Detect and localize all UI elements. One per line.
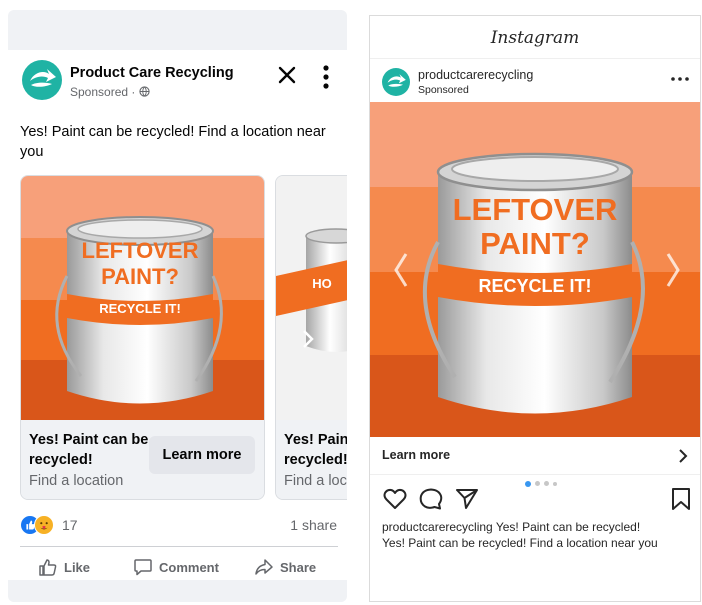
share-count[interactable]: 1 share: [290, 517, 337, 533]
carousel[interactable]: LEFTOVER PAINT? RECYCLE IT! Yes! Paint c…: [20, 175, 347, 500]
more-vertical-icon[interactable]: [316, 64, 336, 90]
close-icon[interactable]: [276, 64, 298, 86]
sponsored-label: Sponsored ·: [70, 85, 150, 99]
reactions-count: 17: [62, 517, 78, 533]
share-arrow-icon: [255, 559, 273, 575]
carousel-card[interactable]: LEFTOVER PAINT? RECYCLE IT! Yes! Paint c…: [20, 175, 265, 500]
sponsored-label: Sponsored: [418, 84, 469, 96]
can-headline: LEFTOVER: [453, 192, 618, 227]
comment-button[interactable]: Comment: [133, 554, 219, 580]
caption-text-1: Yes! Paint can be recycled!: [495, 520, 641, 534]
instagram-wordmark: Instagram: [490, 28, 580, 48]
can-headline: LEFTOVER: [82, 238, 199, 263]
post-text: Yes! Paint can be recycled! Find a locat…: [20, 124, 326, 160]
bookmark-icon[interactable]: [668, 486, 694, 512]
product-care-logo[interactable]: [22, 60, 62, 100]
paint-can-image[interactable]: HO: [276, 176, 347, 420]
facebook-ad-preview: Product Care Recycling Sponsored · Yes! …: [8, 10, 347, 602]
can-band-text: RECYCLE IT!: [478, 276, 591, 296]
card-subtitle: Find a location: [284, 473, 347, 489]
comment-icon: [134, 559, 152, 576]
ad-comparison-screen: Product Care Recycling Sponsored · Yes! …: [0, 0, 702, 605]
carousel-dot: [535, 481, 540, 486]
carousel-card-footer: Yes! Paint can be recycled! Find a locat…: [276, 420, 347, 499]
carousel-dot-active: [525, 480, 531, 487]
can-headline-2: PAINT?: [101, 264, 179, 289]
globe-icon: [139, 86, 150, 97]
instagram-ad-preview: Instagram productcarerecycling Sponsored: [369, 15, 701, 602]
card-subtitle: Find a location: [29, 473, 124, 489]
username-link[interactable]: productcarerecycling: [418, 68, 533, 82]
like-button[interactable]: Like: [38, 554, 90, 580]
carousel-dot: [553, 481, 557, 486]
paint-can-image[interactable]: LEFTOVER PAINT? RECYCLE IT!: [370, 102, 700, 437]
share-button[interactable]: Share: [254, 554, 316, 580]
more-horizontal-icon[interactable]: [670, 74, 690, 84]
product-care-logo[interactable]: [382, 68, 410, 96]
page-name-link[interactable]: Product Care Recycling: [70, 65, 234, 81]
learn-more-label: Learn more: [382, 448, 451, 462]
can-headline-2: PAINT?: [480, 226, 590, 261]
can-band-text: RECYCLE IT!: [99, 301, 181, 316]
divider: [20, 546, 338, 547]
caption-text-2: Yes! Paint can be recycled! Find a locat…: [382, 536, 658, 550]
facebook-post-card: Product Care Recycling Sponsored · Yes! …: [8, 50, 347, 580]
paint-can-illustration: LEFTOVER PAINT? RECYCLE IT!: [370, 102, 700, 437]
carousel-dot: [544, 481, 549, 486]
carousel-card[interactable]: HO Yes! Paint can be recycled! Find a lo…: [275, 175, 347, 500]
divider: [370, 58, 700, 59]
heart-icon[interactable]: [382, 486, 408, 512]
post-caption: productcarerecycling Yes! Paint can be r…: [382, 519, 692, 551]
can-headline: HO: [312, 276, 332, 291]
thumbs-up-icon: [39, 559, 57, 576]
card-headline: Yes! Paint can be recycled!: [284, 432, 347, 468]
paint-can-image[interactable]: LEFTOVER PAINT? RECYCLE IT!: [21, 176, 264, 420]
card-headline: Yes! Paint can be recycled!: [29, 432, 149, 468]
learn-more-bar[interactable]: Learn more: [370, 437, 700, 475]
carousel-card-footer: Yes! Paint can be recycled! Find a locat…: [21, 420, 264, 499]
chevron-right-icon: [679, 449, 688, 463]
paint-can-illustration: LEFTOVER PAINT? RECYCLE IT!: [21, 176, 264, 420]
learn-more-button[interactable]: Learn more: [149, 436, 255, 474]
paint-can-illustration: HO: [276, 176, 347, 420]
send-icon[interactable]: [454, 486, 480, 512]
comment-icon[interactable]: [418, 486, 444, 512]
care-reaction-icon: [34, 515, 54, 535]
caption-username[interactable]: productcarerecycling: [382, 520, 493, 534]
